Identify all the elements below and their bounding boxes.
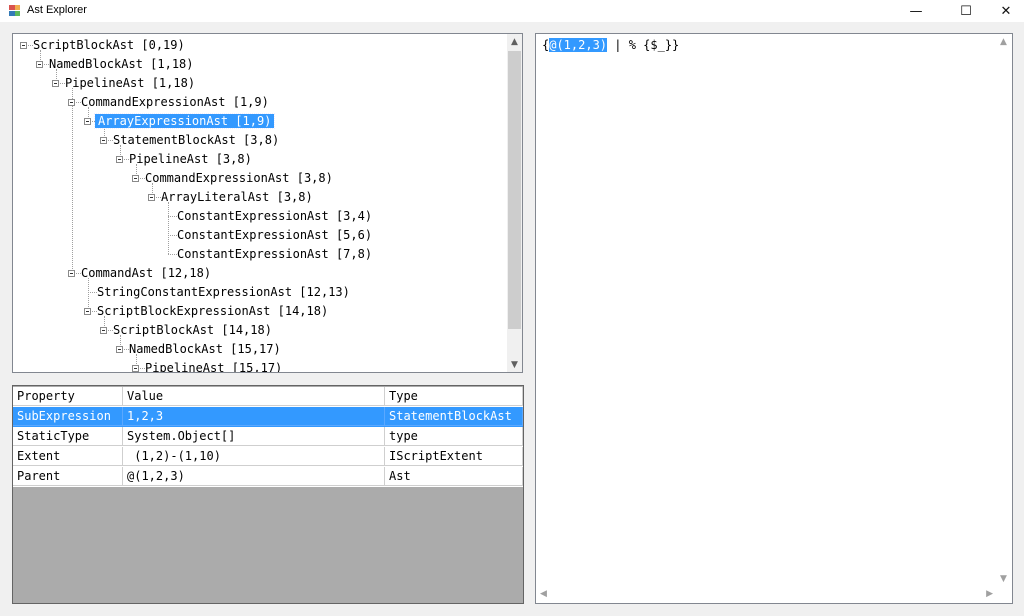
tree-node[interactable]: NamedBlockAst [15,17) [127,340,283,359]
scrollbar-thumb[interactable] [508,51,521,329]
property-name-cell[interactable]: SubExpression [13,407,123,426]
minimize-icon: — [909,3,923,19]
scroll-up-icon[interactable]: ▲ [507,34,522,49]
property-value-cell[interactable]: (1,2)-(1,10) [123,447,385,466]
tree-node-label: ConstantExpressionAst [7,8) [177,247,373,261]
script-selection: @(1,2,3) [549,38,608,52]
tree-node[interactable]: ConstantExpressionAst [7,8) [175,245,374,264]
collapse-icon[interactable] [20,42,27,49]
editor-scroll-down-icon[interactable]: ▼ [1000,574,1007,584]
property-grid[interactable]: Property Value Type SubExpression 1,2,3 St… [12,385,524,604]
maximize-button[interactable]: ☐ [946,0,986,22]
collapse-icon[interactable] [84,118,91,125]
scroll-down-icon[interactable]: ▼ [507,357,522,372]
tree-node-label: CommandExpressionAst [1,9) [81,95,269,109]
editor-scroll-left-icon[interactable]: ◀ [540,589,547,599]
property-value-cell[interactable]: 1,2,3 [123,407,385,426]
tree-node[interactable]: CommandExpressionAst [1,9) [79,93,271,112]
script-text[interactable]: {@(1,2,3) | % {$_}} [542,37,679,54]
column-header-type[interactable]: Type [385,387,523,406]
tree-node[interactable]: ConstantExpressionAst [5,6) [175,226,374,245]
property-value-cell[interactable]: @(1,2,3) [123,467,385,486]
column-header-value[interactable]: Value [123,387,385,406]
tree-node-label: CommandExpressionAst [3,8) [145,171,333,185]
tree-node-label: CommandAst [12,18) [81,266,212,280]
tree-node[interactable]: ArrayExpressionAst [1,9) [93,112,276,131]
property-type-cell[interactable]: StatementBlockAst [385,407,523,426]
tree-node[interactable]: PipelineAst [1,18) [63,74,197,93]
property-row[interactable]: Extent (1,2)-(1,10) IScriptExtent [13,447,523,467]
editor-scroll-up-icon[interactable]: ▲ [1000,37,1007,47]
tree-node-label: ArrayExpressionAst [1,9) [93,113,276,129]
tree-node-label: PipelineAst [1,18) [65,76,196,90]
tree-node-label: ConstantExpressionAst [5,6) [177,228,373,242]
property-row[interactable]: Parent @(1,2,3) Ast [13,467,523,487]
collapse-icon[interactable] [36,61,43,68]
property-type-cell[interactable]: type [385,427,523,446]
close-icon: ✕ [1000,3,1012,19]
collapse-icon[interactable] [84,308,91,315]
editor-horizontal-scrollbar[interactable]: ◀ ▶ [536,586,997,603]
tree-node-label: PipelineAst [15,17) [145,361,283,372]
tree-node-label: ConstantExpressionAst [3,4) [177,209,373,223]
property-name-cell[interactable]: Extent [13,447,123,466]
collapse-icon[interactable] [100,137,107,144]
maximize-icon: ☐ [960,3,972,19]
collapse-icon[interactable] [100,327,107,334]
tree-node-label: PipelineAst [3,8) [129,152,252,166]
tree-node[interactable]: ScriptBlockAst [0,19) [31,36,187,55]
collapse-icon[interactable] [132,175,139,182]
property-row[interactable]: StaticType System.Object[] type [13,427,523,447]
tree-node[interactable]: PipelineAst [3,8) [127,150,254,169]
tree-node[interactable]: ScriptBlockAst [14,18) [111,321,274,340]
tree-node[interactable]: CommandAst [12,18) [79,264,213,283]
tree-node-label: StatementBlockAst [3,8) [113,133,280,147]
window-title: Ast Explorer [27,4,87,16]
script-text-after: | % {$_}} [607,38,680,52]
script-editor[interactable]: {@(1,2,3) | % {$_}} ▲ ▼ ◀ ▶ [535,33,1013,604]
form-app-icon [8,4,21,17]
tree-node-label: ArrayLiteralAst [3,8) [161,190,313,204]
ast-tree-view[interactable]: ScriptBlockAst [0,19) NamedBlockAst [1,18… [12,33,523,373]
tree-connector [72,88,73,273]
tree-node[interactable]: CommandExpressionAst [3,8) [143,169,335,188]
collapse-icon[interactable] [52,80,59,87]
close-button[interactable]: ✕ [986,0,1024,22]
tree-node[interactable]: ArrayLiteralAst [3,8) [159,188,315,207]
tree-vertical-scrollbar[interactable]: ▲ ▼ [507,34,522,372]
tree-node-label: StringConstantExpressionAst [12,13) [97,285,350,299]
collapse-icon[interactable] [116,156,123,163]
collapse-icon[interactable] [68,99,75,106]
tree-node[interactable]: PipelineAst [15,17) [143,359,284,372]
property-value-cell[interactable]: System.Object[] [123,427,385,446]
property-row[interactable]: SubExpression 1,2,3 StatementBlockAst [13,407,523,427]
property-type-cell[interactable]: IScriptExtent [385,447,523,466]
editor-scroll-right-icon[interactable]: ▶ [986,589,993,599]
tree-node-label: ScriptBlockAst [0,19) [33,38,185,52]
collapse-icon[interactable] [68,270,75,277]
tree-content: ScriptBlockAst [0,19) NamedBlockAst [1,18… [13,34,509,372]
tree-node[interactable]: StringConstantExpressionAst [12,13) [95,283,352,302]
title-bar: Ast Explorer — ☐ ✕ [0,0,1024,22]
collapse-icon[interactable] [148,194,155,201]
tree-node[interactable]: ScriptBlockExpressionAst [14,18) [95,302,330,321]
collapse-icon[interactable] [116,346,123,353]
editor-vertical-scrollbar[interactable]: ▲ ▼ [997,34,1012,587]
tree-node-label: ScriptBlockAst [14,18) [113,323,272,337]
tree-node-label: ScriptBlockExpressionAst [14,18) [97,304,329,318]
tree-connector [168,202,169,254]
property-name-cell[interactable]: StaticType [13,427,123,446]
tree-node[interactable]: NamedBlockAst [1,18) [47,55,196,74]
tree-node-label: NamedBlockAst [15,17) [129,342,281,356]
collapse-icon[interactable] [132,365,139,372]
tree-node[interactable]: ConstantExpressionAst [3,4) [175,207,374,226]
tree-node[interactable]: StatementBlockAst [3,8) [111,131,281,150]
grid-header-row: Property Value Type [13,387,523,407]
column-header-property[interactable]: Property [13,387,123,406]
tree-node-label: NamedBlockAst [1,18) [49,57,194,71]
minimize-button[interactable]: — [896,0,936,22]
property-type-cell[interactable]: Ast [385,467,523,486]
property-name-cell[interactable]: Parent [13,467,123,486]
